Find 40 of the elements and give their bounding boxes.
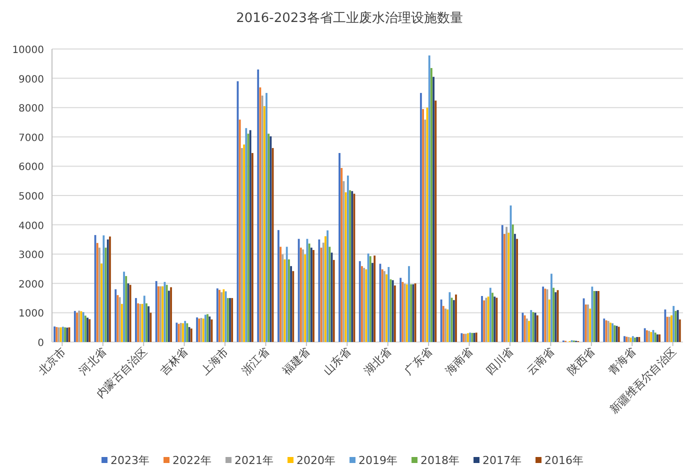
legend-item: 2023年 [102, 454, 150, 467]
legend-label: 2020年 [296, 454, 336, 467]
category-label: 陕西省 [565, 344, 598, 378]
axis-tick-label: 9000 [18, 74, 44, 86]
legend-label: 2016年 [544, 454, 584, 467]
chart-title: 2016-2023各省工业废水治理设施数量 [236, 11, 463, 26]
category-label: 四川省 [484, 344, 516, 378]
category-label: 山东省 [320, 344, 354, 378]
category-label: 上海市 [198, 344, 232, 378]
legend-label: 2019年 [358, 454, 398, 467]
legend-item: 2018年 [412, 454, 460, 467]
legend-item: 2016年 [536, 454, 584, 467]
category-label: 河北省 [76, 344, 109, 378]
legend-item: 2021年 [226, 454, 274, 467]
category-label: 浙江省 [239, 344, 272, 378]
axis-tick-label: 7000 [18, 132, 44, 144]
category-label: 吉林省 [158, 344, 190, 378]
axis-tick-label: 8000 [18, 104, 44, 115]
axis-tick-label: 2000 [18, 279, 44, 290]
category-label: 广东省 [402, 344, 435, 378]
category-label: 云南省 [524, 344, 557, 378]
category-label: 福建省 [280, 344, 313, 378]
legend-label: 2017年 [482, 454, 522, 467]
legend-item: 2022年 [164, 454, 212, 467]
category-label: 海南省 [442, 344, 476, 378]
axis-tick-label: 5000 [18, 192, 44, 202]
legend-item: 2020年 [288, 454, 336, 467]
legend-item: 2019年 [350, 454, 398, 467]
legend-label: 2022年 [172, 454, 212, 467]
axis-tick-label: 3000 [18, 250, 44, 262]
legend-label: 2023年 [110, 454, 150, 467]
axis-tick-label: 4000 [18, 220, 44, 232]
axis-tick-label: 6000 [18, 162, 44, 174]
axis-tick-label: 10000 [12, 45, 44, 56]
legend-item: 2017年 [474, 454, 522, 467]
legend-label: 2018年 [420, 454, 460, 467]
category-label: 湖北省 [361, 344, 394, 378]
axis-tick-label: 1000 [18, 308, 44, 320]
category-label: 青海省 [606, 344, 638, 378]
legend-label: 2021年 [234, 454, 274, 467]
